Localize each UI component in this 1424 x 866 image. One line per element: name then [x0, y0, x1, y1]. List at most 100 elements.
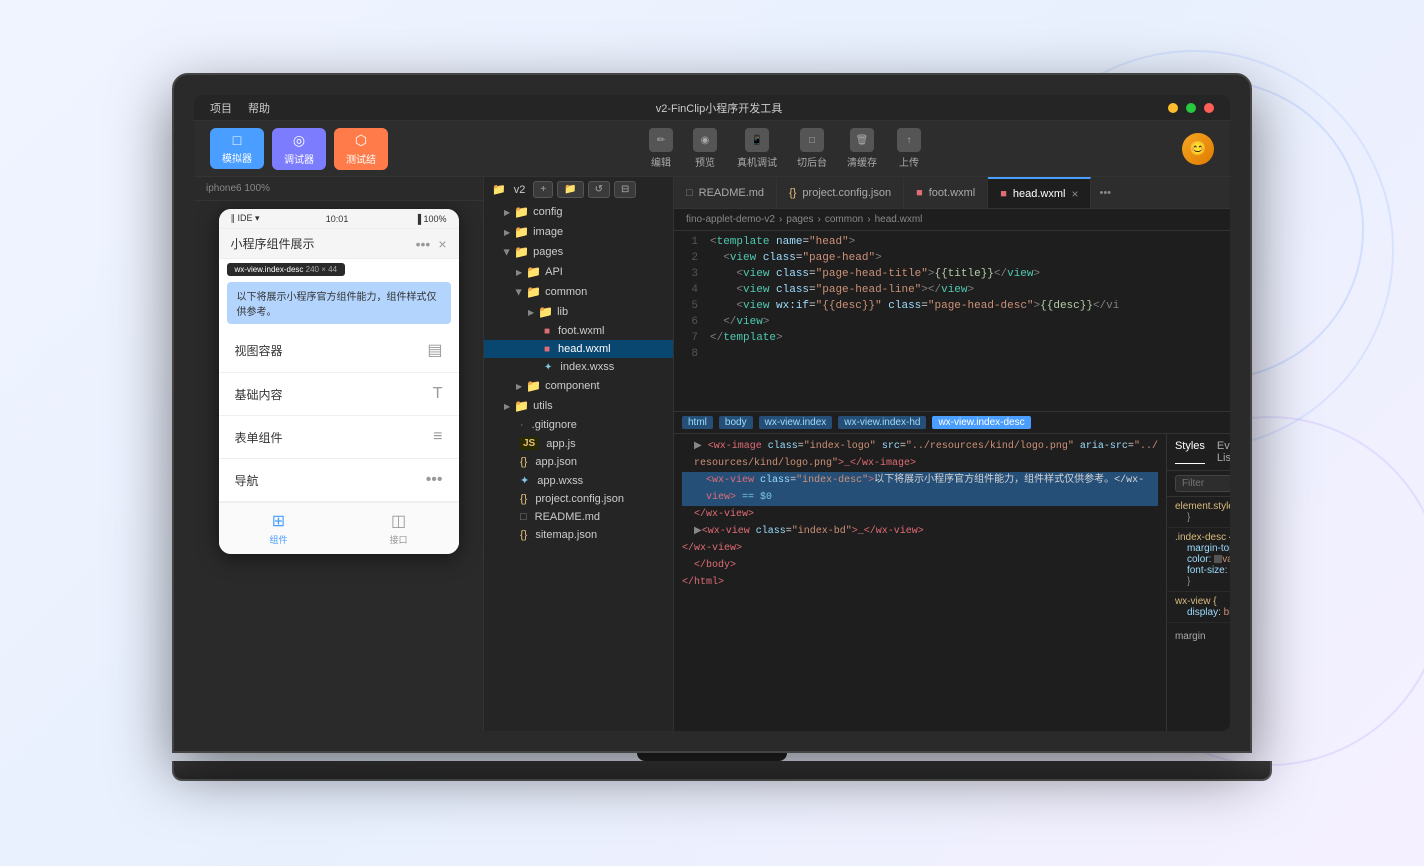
phone-more-icon[interactable]: ••• — [416, 236, 431, 252]
menu-item-project[interactable]: 项目 — [210, 100, 232, 116]
file-item-lib[interactable]: ▶ 📁 lib — [484, 302, 673, 322]
line-content-4: <view class="page-head-line"></view> — [710, 284, 1230, 296]
file-item-app-wxss[interactable]: ✦ app.wxss — [484, 471, 673, 490]
phone-title-bar: 小程序组件展示 ••• × — [219, 229, 459, 259]
file-item-app-json[interactable]: {} app.json — [484, 453, 673, 471]
folder-icon-pages: 📁 — [514, 245, 529, 259]
nav-item-api[interactable]: ◫ 接口 — [339, 503, 459, 554]
file-item-gitignore[interactable]: · .gitignore — [484, 416, 673, 434]
device-debug-tool[interactable]: 📱 真机调试 — [737, 128, 777, 169]
item-label-1: 视图容器 — [235, 342, 283, 359]
html-line-5: </wx-view> — [682, 506, 1158, 523]
file-name-sitemap: sitemap.json — [535, 529, 597, 541]
new-folder-btn[interactable]: 📁 — [557, 181, 583, 198]
wxml-icon-foot: ■ — [544, 326, 550, 337]
file-name-project-config: project.config.json — [535, 493, 624, 505]
tab-wxml-icon-head: ■ — [1000, 188, 1007, 200]
tab-foot-wxml[interactable]: ■ foot.wxml — [904, 177, 988, 209]
tab-overflow-menu[interactable]: ••• — [1091, 187, 1119, 199]
file-item-readme[interactable]: □ README.md — [484, 508, 673, 526]
elem-html[interactable]: html — [682, 416, 713, 429]
phone-list-item-4[interactable]: 导航 ••• — [219, 459, 459, 502]
file-tree: 📁 v2 + 📁 ↺ ⊟ — [484, 177, 674, 731]
file-name-pages: pages — [533, 246, 563, 258]
clear-cache-icon: 🗑 — [850, 128, 874, 152]
file-item-head-wxml[interactable]: ■ head.wxml — [484, 340, 673, 358]
item-icon-1: ▤ — [427, 340, 442, 360]
elem-wx-view-index-hd[interactable]: wx-view.index-hd — [838, 416, 926, 429]
breadcrumb-part-3: common — [825, 214, 863, 225]
edit-tool[interactable]: ✏ 编辑 — [649, 128, 673, 169]
tab-readme[interactable]: □ README.md — [674, 177, 777, 209]
phone-close-icon[interactable]: × — [438, 236, 446, 252]
maximize-button[interactable] — [1186, 103, 1196, 113]
file-item-app-js[interactable]: JS app.js — [484, 434, 673, 453]
preview-tool[interactable]: ◉ 预览 — [693, 128, 717, 169]
file-item-pages[interactable]: ▶ 📁 pages — [484, 242, 673, 262]
time-display: 10:01 — [326, 214, 349, 224]
collapse-btn[interactable]: ⊟ — [614, 181, 636, 198]
file-item-index-wxss[interactable]: ✦ index.wxss — [484, 358, 673, 376]
device-debug-icon: 📱 — [745, 128, 769, 152]
file-item-config[interactable]: ▶ 📁 config — [484, 202, 673, 222]
tab-project-config[interactable]: {} project.config.json — [777, 177, 904, 209]
folder-icon-common: 📁 — [526, 285, 541, 299]
tab-md-icon: □ — [686, 187, 693, 199]
code-line-5: 5 <view wx:if="{{desc}}" class="page-hea… — [674, 299, 1230, 315]
file-item-sitemap[interactable]: {} sitemap.json — [484, 526, 673, 544]
html-line-7: </wx-view> — [682, 540, 1158, 557]
html-line-4: view> == $0 — [682, 489, 1158, 506]
file-item-foot-wxml[interactable]: ■ foot.wxml — [484, 322, 673, 340]
code-editor[interactable]: 1 <template name="head"> 2 <view class="… — [674, 231, 1230, 411]
toolbar-left: □ 模拟器 ◎ 调试器 ⬡ 测试结 — [210, 128, 388, 170]
file-name-config: config — [533, 206, 562, 218]
preview-panel: iphone6 100% ∥ IDE ▾ 10:01 ▐ 100% 小程 — [194, 177, 484, 731]
devtools-panel: html body wx-view.index wx-view.index-hd… — [674, 411, 1230, 731]
styles-tab-styles[interactable]: Styles — [1175, 440, 1205, 464]
elem-body[interactable]: body — [719, 416, 753, 429]
file-item-utils[interactable]: ▶ 📁 utils — [484, 396, 673, 416]
minimize-button[interactable] — [1168, 103, 1178, 113]
file-item-project-config[interactable]: {} project.config.json — [484, 490, 673, 508]
file-name-api: API — [545, 266, 563, 278]
file-name-gitignore: .gitignore — [532, 419, 577, 431]
simulator-button[interactable]: □ 模拟器 — [210, 128, 264, 169]
phone-list-item-2[interactable]: 基础内容 T — [219, 373, 459, 416]
elem-wx-view-index-desc[interactable]: wx-view.index-desc — [932, 416, 1030, 429]
test-button[interactable]: ⬡ 测试结 — [334, 128, 388, 170]
file-name-component: component — [545, 380, 599, 392]
user-avatar[interactable]: 😊 — [1182, 133, 1214, 165]
debugger-button[interactable]: ◎ 调试器 — [272, 128, 326, 170]
new-file-btn[interactable]: + — [533, 181, 553, 198]
nav-item-component[interactable]: ⊞ 组件 — [219, 503, 339, 554]
file-name-app-js: app.js — [546, 438, 575, 450]
elem-wx-view-index[interactable]: wx-view.index — [759, 416, 833, 429]
file-item-api[interactable]: ▶ 📁 API — [484, 262, 673, 282]
phone-list-item-1[interactable]: 视图容器 ▤ — [219, 328, 459, 373]
file-item-image[interactable]: ▶ 📁 image — [484, 222, 673, 242]
refresh-btn[interactable]: ↺ — [588, 181, 610, 198]
code-line-4: 4 <view class="page-head-line"></view> — [674, 283, 1230, 299]
menu-item-help[interactable]: 帮助 — [248, 100, 270, 116]
highlighted-text: 以下将展示小程序官方组件能力，组件样式仅供参考。 — [237, 288, 441, 318]
styles-filter-input[interactable] — [1175, 475, 1230, 492]
code-line-7: 7 </template> — [674, 331, 1230, 347]
phone-list-item-3[interactable]: 表单组件 ≡ — [219, 416, 459, 459]
styles-tab-event-listeners[interactable]: Event Listeners — [1217, 440, 1230, 464]
tab-close-head[interactable]: × — [1071, 187, 1078, 201]
window-controls — [1168, 103, 1214, 113]
html-code[interactable]: ▶ <wx-image class="index-logo" src="../r… — [674, 434, 1166, 731]
background-tool[interactable]: □ 切后台 — [797, 128, 827, 169]
devtools-content: ▶ <wx-image class="index-logo" src="../r… — [674, 434, 1230, 731]
wxml-icon-head: ■ — [544, 344, 550, 355]
file-item-common[interactable]: ▶ 📁 common — [484, 282, 673, 302]
nav-api-icon: ◫ — [391, 511, 406, 531]
file-item-component[interactable]: ▶ 📁 component — [484, 376, 673, 396]
clear-cache-tool[interactable]: 🗑 清缓存 — [847, 128, 877, 169]
tab-head-wxml[interactable]: ■ head.wxml × — [988, 177, 1091, 209]
styles-filter: :hov .cls + — [1167, 471, 1230, 497]
css-rule-index-desc: .index-desc { <style> margin-top: 10px; — [1167, 528, 1230, 592]
close-button[interactable] — [1204, 103, 1214, 113]
json-icon-sitemap: {} — [520, 529, 527, 541]
upload-tool[interactable]: ↑ 上传 — [897, 128, 921, 169]
